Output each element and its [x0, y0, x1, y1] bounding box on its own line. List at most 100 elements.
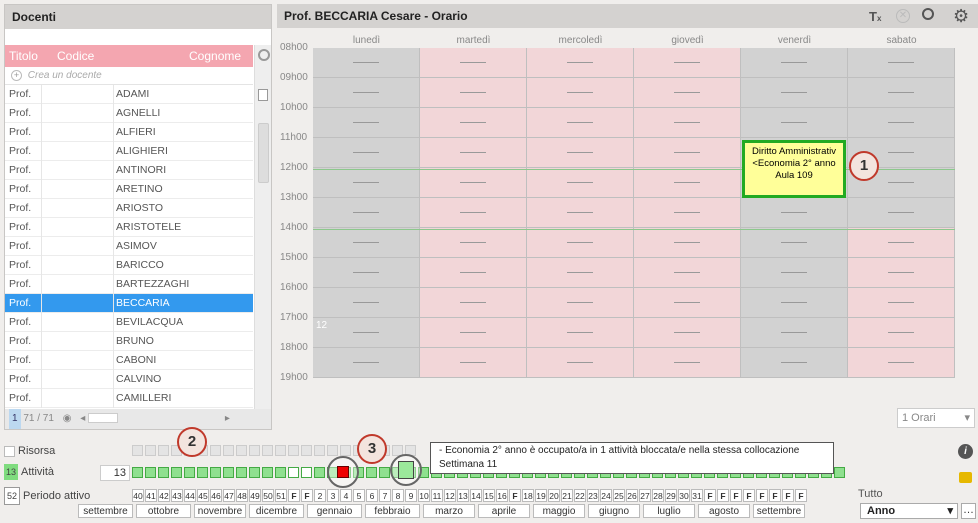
- week-cell[interactable]: 27: [639, 489, 651, 502]
- month-cell[interactable]: aprile: [478, 504, 530, 518]
- schedule-cell[interactable]: [527, 168, 634, 198]
- week-cell[interactable]: 11: [431, 489, 443, 502]
- table-row[interactable]: Prof. ASIMOV: [5, 237, 253, 256]
- tutto-label[interactable]: Tutto: [858, 488, 883, 500]
- schedule-cell[interactable]: [741, 48, 848, 78]
- week-cell[interactable]: F: [743, 489, 755, 502]
- week-cell[interactable]: 44: [184, 489, 196, 502]
- schedule-cell[interactable]: [741, 198, 848, 228]
- table-row[interactable]: Prof. ALFIERI: [5, 123, 253, 142]
- activity-square[interactable]: [366, 467, 377, 478]
- activity-square[interactable]: [249, 467, 260, 478]
- week-cell[interactable]: 7: [379, 489, 391, 502]
- week-cell[interactable]: 48: [236, 489, 248, 502]
- schedule-cell[interactable]: [527, 108, 634, 138]
- schedule-cell[interactable]: [848, 78, 955, 108]
- schedule-cell[interactable]: [848, 228, 955, 258]
- scrollbar[interactable]: [258, 123, 269, 183]
- lock-icon[interactable]: [959, 472, 972, 483]
- activity-square[interactable]: [262, 467, 273, 478]
- schedule-cell[interactable]: [634, 78, 741, 108]
- eye-icon[interactable]: ◉: [63, 413, 72, 424]
- schedule-cell[interactable]: [313, 108, 420, 138]
- week-cell[interactable]: 21: [561, 489, 573, 502]
- table-row[interactable]: Prof. ARIOSTO: [5, 199, 253, 218]
- schedule-cell[interactable]: [848, 258, 955, 288]
- week-cell[interactable]: 45: [197, 489, 209, 502]
- horizontal-scrollbar[interactable]: [88, 413, 119, 424]
- month-cell[interactable]: agosto: [698, 504, 750, 518]
- month-cell[interactable]: luglio: [643, 504, 695, 518]
- schedule-cell[interactable]: [420, 318, 527, 348]
- month-cell[interactable]: ottobre: [136, 504, 191, 518]
- cancel-icon[interactable]: ✕: [896, 9, 910, 23]
- week-cell[interactable]: F: [704, 489, 716, 502]
- schedule-cell[interactable]: [420, 348, 527, 378]
- week-cell[interactable]: 43: [171, 489, 183, 502]
- schedule-cell[interactable]: [848, 108, 955, 138]
- week-cell[interactable]: 14: [470, 489, 482, 502]
- table-row[interactable]: Prof. AGNELLI: [5, 104, 253, 123]
- week-cell[interactable]: 9: [405, 489, 417, 502]
- week-cell[interactable]: 41: [145, 489, 157, 502]
- schedule-cell[interactable]: [313, 348, 420, 378]
- schedule-cell[interactable]: [527, 228, 634, 258]
- column-code[interactable]: Codice: [57, 45, 94, 67]
- table-row[interactable]: Prof. BARTEZZAGHI: [5, 275, 253, 294]
- schedule-cell[interactable]: [634, 48, 741, 78]
- schedule-cell[interactable]: [313, 318, 420, 348]
- schedule-cell[interactable]: [741, 78, 848, 108]
- column-title[interactable]: Titolo: [9, 45, 38, 67]
- schedule-cell[interactable]: [634, 228, 741, 258]
- week-cell[interactable]: 20: [548, 489, 560, 502]
- table-row[interactable]: Prof. ADAMI: [5, 85, 253, 104]
- scroll-left-icon[interactable]: ◂: [80, 413, 85, 424]
- activity-square[interactable]: [197, 467, 208, 478]
- schedule-cell[interactable]: [634, 138, 741, 168]
- week-cell[interactable]: 8: [392, 489, 404, 502]
- week-cell[interactable]: 26: [626, 489, 638, 502]
- schedule-cell[interactable]: [420, 78, 527, 108]
- schedule-cell[interactable]: [741, 288, 848, 318]
- week-cell[interactable]: 2: [314, 489, 326, 502]
- schedule-cell[interactable]: [848, 198, 955, 228]
- week-cell[interactable]: 6: [366, 489, 378, 502]
- add-teacher-row[interactable]: + Crea un docente: [5, 67, 253, 85]
- table-row[interactable]: Prof. BRUNO: [5, 332, 253, 351]
- month-cell[interactable]: settembre: [753, 504, 805, 518]
- scroll-right-icon[interactable]: ▸: [225, 413, 230, 424]
- schedule-cell[interactable]: [527, 348, 634, 378]
- table-row[interactable]: Prof. BARICCO: [5, 256, 253, 275]
- schedule-cell[interactable]: [741, 258, 848, 288]
- table-row[interactable]: Prof. CALVINO: [5, 370, 253, 389]
- schedule-cell[interactable]: [420, 168, 527, 198]
- week-cell[interactable]: F: [509, 489, 521, 502]
- activity-square[interactable]: [184, 467, 195, 478]
- activity-square[interactable]: [236, 467, 247, 478]
- schedule-cell[interactable]: [527, 78, 634, 108]
- schedule-cell[interactable]: [527, 48, 634, 78]
- activity-square[interactable]: [379, 467, 390, 478]
- orari-select[interactable]: 1 Orari ▾: [897, 408, 975, 428]
- month-cell[interactable]: giugno: [588, 504, 640, 518]
- schedule-cell[interactable]: [634, 318, 741, 348]
- schedule-cell[interactable]: [741, 228, 848, 258]
- schedule-cell[interactable]: [634, 258, 741, 288]
- schedule-cell[interactable]: [634, 198, 741, 228]
- gear-icon[interactable]: ⚙: [953, 6, 969, 27]
- activity-square[interactable]: [210, 467, 221, 478]
- table-row[interactable]: Prof. CABONI: [5, 351, 253, 370]
- activity-square[interactable]: [145, 467, 156, 478]
- week-cell[interactable]: 31: [691, 489, 703, 502]
- week-cell[interactable]: 13: [457, 489, 469, 502]
- month-cell[interactable]: settembre: [78, 504, 133, 518]
- week-cell[interactable]: 29: [665, 489, 677, 502]
- week-cell[interactable]: 51: [275, 489, 287, 502]
- week-cell[interactable]: 5: [353, 489, 365, 502]
- week-cell[interactable]: 40: [132, 489, 144, 502]
- table-row[interactable]: Prof. ARISTOTELE: [5, 218, 253, 237]
- course-block[interactable]: Diritto Amministrativ <Economia 2° anno …: [742, 140, 846, 198]
- week-cell[interactable]: 12: [444, 489, 456, 502]
- red-week-marker[interactable]: [337, 466, 349, 478]
- schedule-cell[interactable]: [527, 138, 634, 168]
